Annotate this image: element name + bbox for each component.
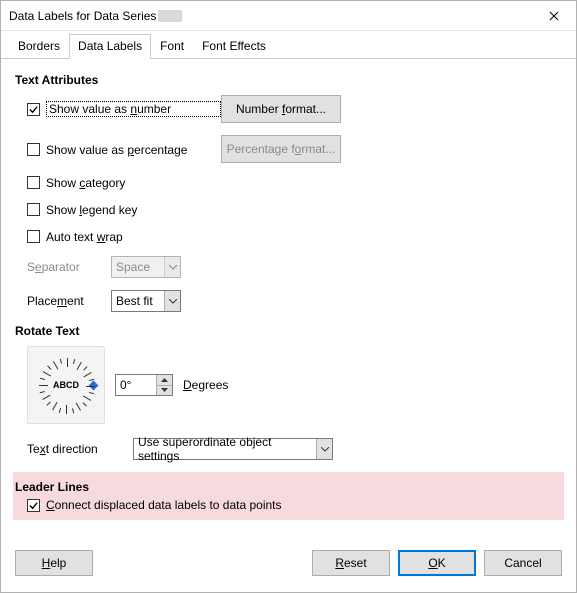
row-show-legend: Show legend key: [15, 202, 562, 217]
tab-font-effects[interactable]: Font Effects: [193, 34, 275, 58]
label-separator: Separator: [27, 260, 111, 274]
row-text-direction: Text direction Use superordinate object …: [15, 438, 562, 460]
label-show-number[interactable]: Show value as number: [46, 101, 221, 117]
label-connect-leader[interactable]: Connect displaced data labels to data po…: [46, 498, 282, 512]
close-button[interactable]: [532, 1, 576, 31]
close-icon: [549, 11, 559, 21]
chevron-down-icon[interactable]: [164, 291, 180, 311]
label-placement: Placement: [27, 294, 111, 308]
tab-content: Text Attributes Show value as number Num…: [1, 59, 576, 544]
combo-separator: Space: [111, 256, 181, 278]
dialog-window: Data Labels for Data Series Borders Data…: [0, 0, 577, 593]
tab-data-labels[interactable]: Data Labels: [69, 34, 151, 59]
percent-format-button: Percentage format...: [221, 135, 341, 163]
label-show-percent[interactable]: Show value as percentage: [46, 142, 221, 157]
cancel-button[interactable]: Cancel: [484, 550, 562, 576]
checkbox-show-number[interactable]: [27, 103, 40, 116]
dialog-title: Data Labels for Data Series: [9, 9, 156, 23]
spinner-buttons: [156, 375, 172, 395]
combo-separator-value: Space: [112, 260, 164, 274]
ok-button[interactable]: OK: [398, 550, 476, 576]
section-text-attributes: Text Attributes: [15, 73, 562, 87]
number-format-button[interactable]: Number format...: [221, 95, 341, 123]
checkbox-auto-wrap[interactable]: [27, 230, 40, 243]
row-connect-leader: Connect displaced data labels to data po…: [13, 498, 564, 512]
tab-font[interactable]: Font: [151, 34, 193, 58]
label-degrees: Degrees: [183, 378, 228, 392]
combo-text-direction-value: Use superordinate object settings: [134, 435, 316, 463]
checkbox-show-percent[interactable]: [27, 143, 40, 156]
row-rotate: ABCD 0° Degrees: [15, 346, 562, 424]
section-rotate-text: Rotate Text: [15, 324, 562, 338]
row-separator: Separator Space: [15, 256, 562, 278]
combo-text-direction[interactable]: Use superordinate object settings: [133, 438, 333, 460]
label-show-legend[interactable]: Show legend key: [46, 202, 221, 217]
titlebar: Data Labels for Data Series: [1, 1, 576, 31]
rotation-dial[interactable]: ABCD: [27, 346, 105, 424]
dial-indicator: [89, 380, 99, 390]
degrees-value[interactable]: 0°: [116, 375, 156, 395]
combo-placement-value: Best fit: [112, 294, 164, 308]
reset-button[interactable]: Reset: [312, 550, 390, 576]
row-show-category: Show category: [15, 175, 562, 190]
row-auto-wrap: Auto text wrap: [15, 229, 562, 244]
label-auto-wrap[interactable]: Auto text wrap: [46, 229, 221, 244]
combo-placement[interactable]: Best fit: [111, 290, 181, 312]
section-leader-lines: Leader Lines: [13, 480, 564, 494]
help-button[interactable]: Help: [15, 550, 93, 576]
tab-borders[interactable]: Borders: [9, 34, 69, 58]
chevron-down-icon[interactable]: [316, 439, 332, 459]
title-series-placeholder: [158, 10, 182, 22]
checkbox-connect-leader[interactable]: [27, 499, 40, 512]
tab-strip: Borders Data Labels Font Font Effects: [1, 31, 576, 59]
degrees-spinner[interactable]: 0°: [115, 374, 173, 396]
chevron-down-icon: [164, 257, 180, 277]
row-placement: Placement Best fit: [15, 290, 562, 312]
dial-label: ABCD: [53, 380, 79, 390]
row-show-number: Show value as number Number format...: [15, 95, 562, 123]
checkbox-show-legend[interactable]: [27, 203, 40, 216]
checkbox-show-category[interactable]: [27, 176, 40, 189]
row-show-percent: Show value as percentage Percentage form…: [15, 135, 562, 163]
label-show-category[interactable]: Show category: [46, 175, 221, 190]
button-bar: Help Reset OK Cancel: [1, 544, 576, 592]
leader-lines-section: Leader Lines Connect displaced data labe…: [13, 472, 564, 520]
spinner-up[interactable]: [157, 375, 172, 386]
label-text-direction: Text direction: [27, 442, 133, 456]
spinner-down[interactable]: [157, 386, 172, 396]
